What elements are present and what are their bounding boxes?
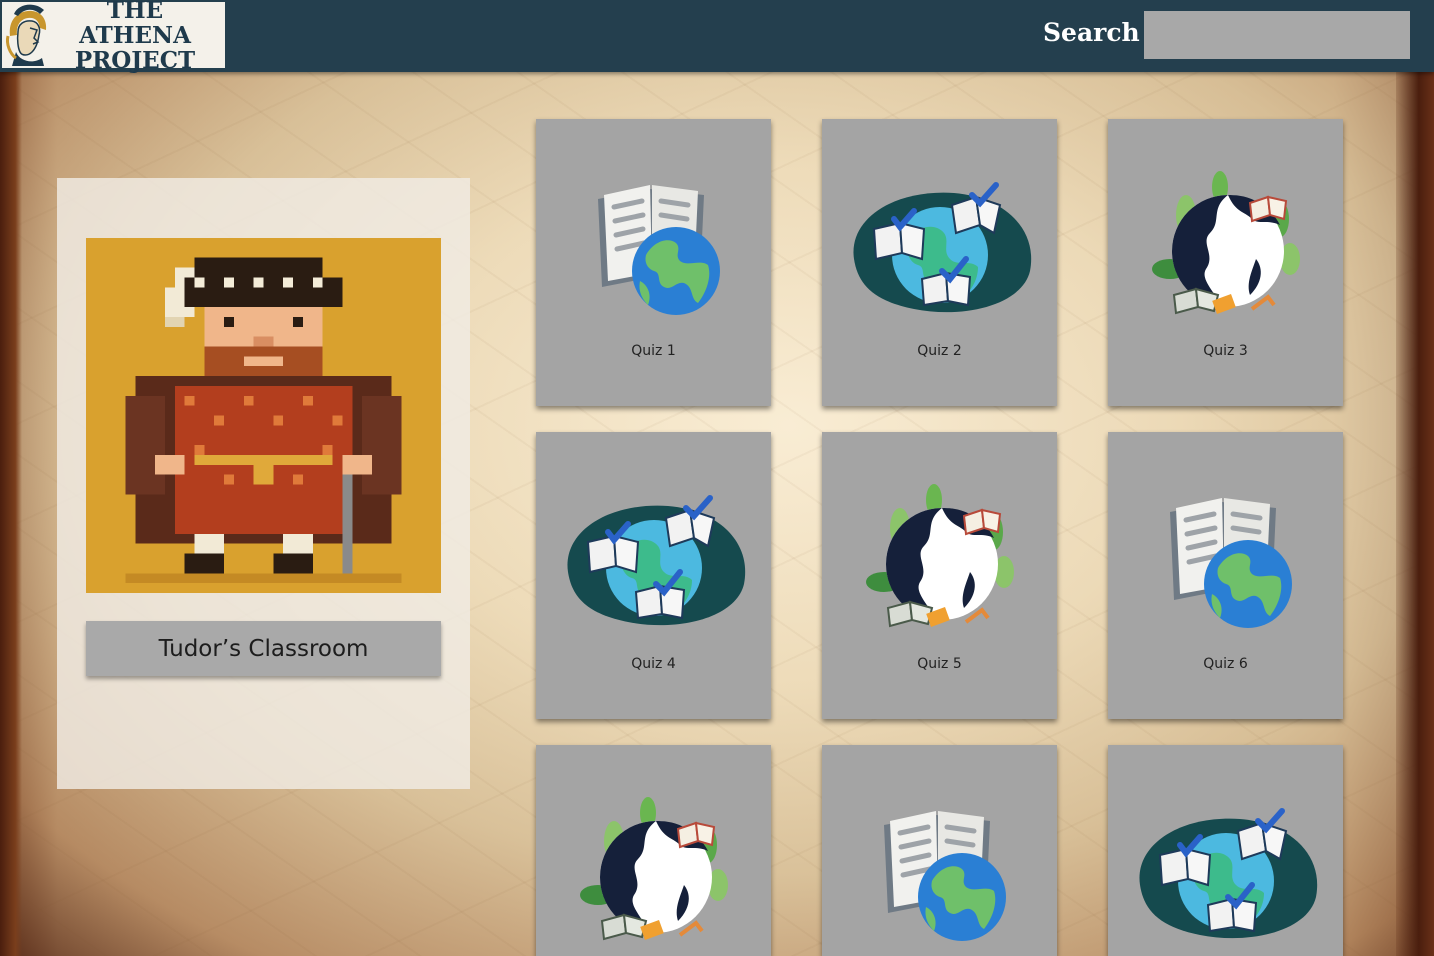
top-nav-bar: THE ATHENA PROJECT Search <box>0 0 1434 73</box>
quiz-label: Quiz 4 <box>631 656 676 672</box>
search-input[interactable] <box>1144 11 1410 59</box>
quiz-card[interactable]: Quiz 6 <box>1108 432 1343 719</box>
logo-line-1: THE ATHENA <box>79 0 191 49</box>
parchment-edge <box>0 72 22 956</box>
earth-plants-books-icon <box>578 795 730 942</box>
book-globe-icon <box>1130 472 1320 632</box>
quiz-label: Quiz 3 <box>1203 343 1248 359</box>
book-globe-icon <box>558 159 748 319</box>
earth-plants-books-icon <box>1150 169 1302 316</box>
tudor-king-avatar <box>86 238 441 593</box>
quiz-label: Quiz 6 <box>1203 656 1248 672</box>
globe-checked-books-icon <box>844 159 1034 319</box>
quiz-card[interactable]: Quiz 4 <box>536 432 771 719</box>
globe-checked-books-icon <box>1130 785 1320 945</box>
quiz-label: Quiz 5 <box>917 656 962 672</box>
athena-project-logo[interactable]: THE ATHENA PROJECT <box>2 0 225 73</box>
quiz-card[interactable] <box>822 745 1057 956</box>
search-label: Search <box>1043 18 1140 47</box>
quiz-card[interactable]: Quiz 1 <box>536 119 771 406</box>
quiz-card[interactable] <box>536 745 771 956</box>
athena-helmet-icon <box>6 4 47 66</box>
quiz-card[interactable]: Quiz 2 <box>822 119 1057 406</box>
quiz-card[interactable]: Quiz 3 <box>1108 119 1343 406</box>
quiz-card[interactable] <box>1108 745 1343 956</box>
logo-line-2: PROJECT <box>74 46 196 74</box>
globe-checked-books-icon <box>558 472 748 632</box>
quiz-card[interactable]: Quiz 5 <box>822 432 1057 719</box>
quiz-label: Quiz 2 <box>917 343 962 359</box>
quiz-label: Quiz 1 <box>631 343 676 359</box>
earth-plants-books-icon <box>864 482 1016 629</box>
book-globe-icon <box>844 785 1034 945</box>
classroom-profile-card: Tudor’s Classroom <box>57 178 470 789</box>
classroom-button[interactable]: Tudor’s Classroom <box>86 621 441 676</box>
